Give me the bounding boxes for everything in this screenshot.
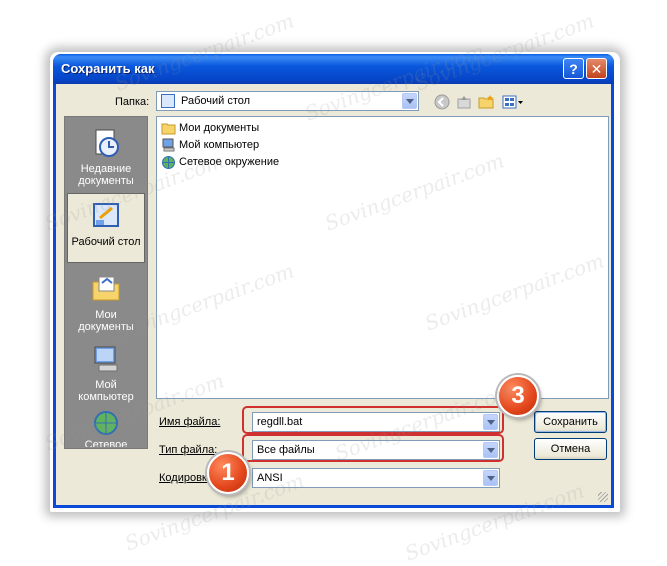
title-bar[interactable]: Сохранить как ? ✕ [53, 54, 614, 84]
place-label-line1: Недавние [80, 163, 132, 175]
filename-highlight [242, 406, 504, 434]
filename-label: Имя файла: [159, 416, 221, 428]
file-name: Сетевое окружение [179, 156, 280, 168]
folder-label: Папка: [115, 96, 150, 108]
desktop-icon [90, 200, 122, 232]
place-network[interactable]: Сетевое [67, 407, 145, 447]
place-label-line1: Рабочий стол [71, 236, 141, 248]
place-label-line1: Мой [95, 379, 117, 391]
place-my-documents[interactable]: Мои документы [67, 267, 145, 333]
close-button[interactable]: ✕ [586, 58, 607, 79]
file-name: Мои документы [179, 122, 260, 134]
place-label-line1: Мои документы [78, 309, 134, 333]
network-icon [90, 409, 122, 441]
folder-value: Рабочий стол [181, 95, 251, 107]
filetype-label: Тип файла: [159, 444, 218, 456]
chevron-down-icon[interactable] [402, 93, 417, 109]
network-places-icon [162, 156, 175, 169]
step-badge-3: 3 [497, 375, 539, 417]
folder-icon [161, 123, 176, 135]
cancel-button[interactable]: Отмена [534, 438, 607, 460]
encoding-select[interactable]: ANSI [252, 468, 500, 488]
dialog-title: Сохранить как [61, 61, 155, 76]
folder-select[interactable]: Рабочий стол [156, 91, 419, 111]
view-menu-icon[interactable] [502, 94, 524, 110]
place-my-computer[interactable]: Мой компьютер [67, 337, 145, 403]
recent-documents-icon [90, 127, 122, 159]
place-recent-documents[interactable]: Недавние документы [67, 121, 145, 187]
resize-grip[interactable] [598, 492, 608, 502]
my-documents-icon [90, 273, 122, 305]
place-desktop[interactable]: Рабочий стол [67, 193, 145, 263]
encoding-value: ANSI [257, 472, 283, 484]
desktop-small-icon [161, 94, 175, 108]
file-name: Мой компьютер [179, 139, 260, 151]
my-computer-icon [90, 343, 122, 375]
help-button[interactable]: ? [563, 58, 584, 79]
computer-icon [162, 138, 175, 152]
new-folder-icon[interactable] [478, 94, 494, 110]
step-badge-1: 1 [207, 452, 249, 494]
back-icon[interactable] [434, 94, 450, 110]
places-bar: Недавние документы Рабочий стол Мои доку… [64, 116, 148, 449]
chevron-down-icon[interactable] [483, 470, 498, 486]
place-label-line2: документы [78, 175, 134, 187]
up-folder-icon[interactable] [456, 94, 472, 110]
place-label-line2: компьютер [78, 391, 134, 403]
save-button[interactable]: Сохранить [534, 411, 607, 433]
file-list[interactable]: Мои документы Мой компьютер Сетевое окру… [156, 116, 609, 399]
filetype-highlight [242, 434, 504, 462]
